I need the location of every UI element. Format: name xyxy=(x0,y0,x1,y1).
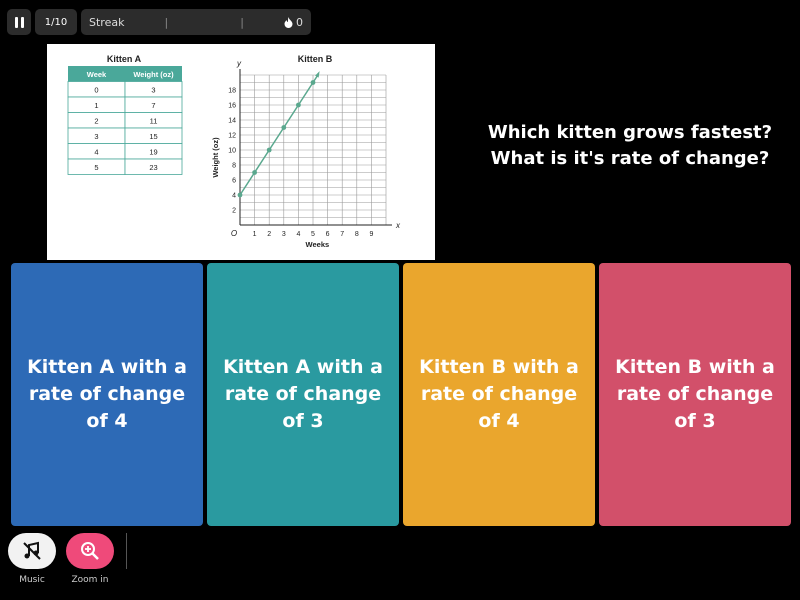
zoom-in-button[interactable]: Zoom in xyxy=(66,533,114,585)
data-point xyxy=(237,192,243,198)
table-header-cell: Weight (oz) xyxy=(133,70,174,79)
y-tick-label: 16 xyxy=(228,103,236,110)
toolbar-divider xyxy=(126,533,127,569)
x-tick-label: 4 xyxy=(296,231,300,238)
music-button[interactable]: Music xyxy=(8,533,56,585)
answer-option-1[interactable]: Kitten A with a rate of change of 4 xyxy=(11,263,203,526)
x-axis-letter: x xyxy=(395,221,401,230)
y-tick-label: 4 xyxy=(232,193,236,200)
question-image: Kitten A Week Weight (oz) 0 3 1 7 2 11 3 15 4 19 5 23 … xyxy=(47,44,435,260)
chart-title: Kitten B xyxy=(298,54,333,64)
data-point xyxy=(281,125,287,130)
answer-option-2[interactable]: Kitten A with a rate of change of 3 xyxy=(207,263,399,526)
question-figure: Kitten AWeek Weight (oz)0 31 72 113 154 195 23 … xyxy=(67,54,401,249)
question-line-2: What is it's rate of change? xyxy=(490,148,770,169)
pause-icon xyxy=(14,16,24,28)
y-tick-label: 8 xyxy=(232,163,236,170)
x-tick-label: 3 xyxy=(282,231,286,238)
kitten-b-chart: Kitten BxyO 1 2 3 4 5 6 7 8 924681012141618WeeksW… xyxy=(211,54,401,249)
table-cell: 3 xyxy=(94,132,98,141)
y-axis-letter: y xyxy=(236,59,242,68)
data-point xyxy=(296,102,301,108)
y-tick-label: 18 xyxy=(228,88,236,95)
music-label: Music xyxy=(19,575,45,585)
y-tick-label: 6 xyxy=(232,178,236,185)
answer-label: Kitten A with a rate of change of 4 xyxy=(27,356,187,432)
table-cell: 19 xyxy=(149,148,157,157)
answer-label: Kitten B with a rate of change of 4 xyxy=(419,356,579,432)
bottom-toolbar: Music Zoom in xyxy=(8,533,127,585)
table-cell: 15 xyxy=(149,132,157,141)
table-cell: 23 xyxy=(149,163,157,172)
table-cell: 4 xyxy=(94,148,98,157)
streak-bar: Streak | | 0 xyxy=(81,9,311,35)
origin-label: O xyxy=(231,229,237,238)
kitten-a-table: Kitten AWeek Weight (oz) 0 3 1 7 2 11 3 15 4 19 5 23 xyxy=(67,54,183,175)
answer-options: Kitten A with a rate of change of 4 Kitt… xyxy=(11,263,791,526)
table-title: Kitten A xyxy=(107,54,142,64)
table-header-cell: Week xyxy=(87,70,107,79)
y-tick-label: 12 xyxy=(228,133,236,140)
y-tick-label: 2 xyxy=(232,208,236,215)
zoom-in-label: Zoom in xyxy=(71,575,109,585)
y-axis-label: Weight (oz) xyxy=(211,137,220,178)
table-cell: 7 xyxy=(151,101,155,110)
pause-button[interactable] xyxy=(7,9,31,35)
x-tick-label: 7 xyxy=(340,231,344,238)
question-text: Which kitten grows fastest? What is it's… xyxy=(470,120,790,172)
streak-count: 0 xyxy=(296,15,303,29)
table-cell: 2 xyxy=(94,117,98,126)
x-tick-label: 8 xyxy=(355,231,359,238)
table-cell: 0 xyxy=(94,86,98,95)
table-cell: 1 xyxy=(94,101,98,110)
line-arrowhead xyxy=(315,71,320,78)
music-off-icon xyxy=(23,541,41,560)
zoom-in-icon xyxy=(81,542,99,560)
data-point xyxy=(310,80,316,85)
fire-icon xyxy=(284,16,293,28)
data-point xyxy=(266,147,272,153)
x-tick-label: 5 xyxy=(311,231,315,238)
x-tick-label: 2 xyxy=(267,231,271,238)
question-line-1: Which kitten grows fastest? xyxy=(487,122,773,143)
streak-ticks: | | xyxy=(164,15,244,29)
table-cell: 11 xyxy=(150,117,158,126)
y-tick-label: 10 xyxy=(228,148,236,155)
top-bar: 1/10 Streak | | 0 xyxy=(7,9,311,35)
x-tick-label: 1 xyxy=(253,231,257,238)
question-counter: 1/10 xyxy=(35,9,77,35)
table-cell: 3 xyxy=(151,86,155,95)
data-point xyxy=(252,170,257,175)
answer-label: Kitten A with a rate of change of 3 xyxy=(223,356,383,432)
x-axis-label: Weeks xyxy=(306,240,330,249)
y-tick-label: 14 xyxy=(228,118,236,125)
answer-option-4[interactable]: Kitten B with a rate of change of 3 xyxy=(599,263,791,526)
x-tick-label: 6 xyxy=(326,231,330,238)
answer-option-3[interactable]: Kitten B with a rate of change of 4 xyxy=(403,263,595,526)
answer-label: Kitten B with a rate of change of 3 xyxy=(615,356,775,432)
table-cell: 5 xyxy=(94,163,98,172)
x-tick-label: 9 xyxy=(369,231,373,238)
streak-label: Streak xyxy=(89,15,125,29)
